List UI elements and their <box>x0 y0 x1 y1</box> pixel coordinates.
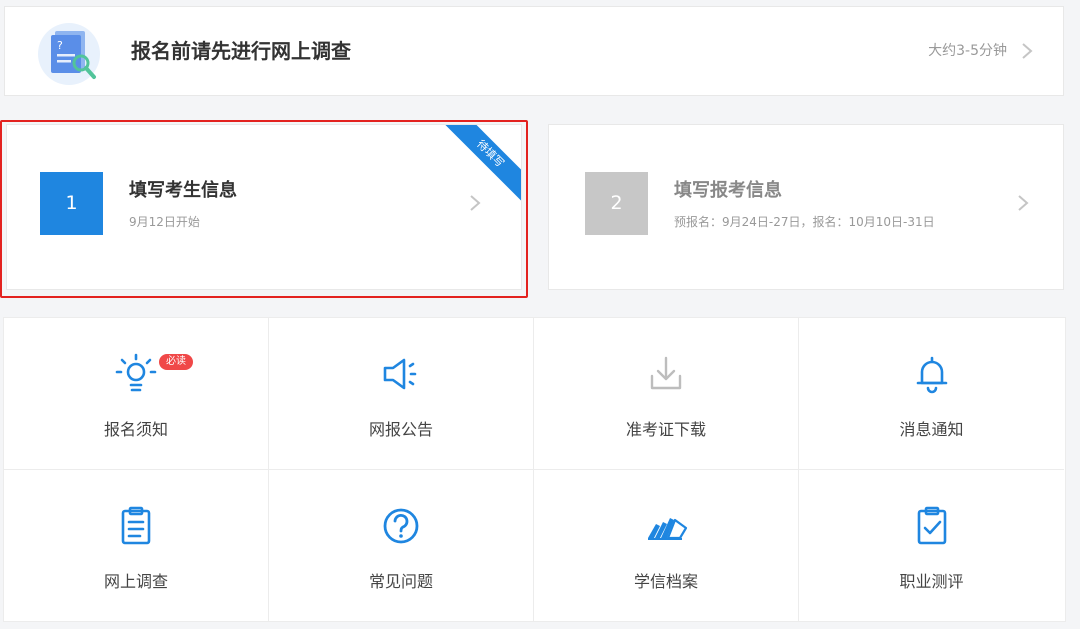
archive-icon <box>648 518 688 540</box>
grid-item-faq[interactable]: 常见问题 <box>269 470 534 622</box>
step-number-badge: 1 <box>40 172 103 235</box>
step-date: 9月12日开始 <box>129 215 200 229</box>
survey-card[interactable]: ? 报名前请先进行网上调查 大约3-5分钟 <box>4 6 1064 96</box>
grid-item-application-notice[interactable]: 必读 报名须知 <box>4 318 269 470</box>
step-card-fill-application-info[interactable]: 2 填写报考信息 预报名：9月24日-27日，报名：10月10日-31日 <box>548 124 1064 290</box>
checklist-icon <box>917 506 946 545</box>
step-number-badge: 2 <box>585 172 648 235</box>
survey-illustration-icon: ? <box>38 23 100 85</box>
pending-ribbon: 待填写 <box>443 125 521 201</box>
grid-item-notifications[interactable]: 消息通知 <box>799 318 1064 470</box>
grid-item-announcement[interactable]: 网报公告 <box>269 318 534 470</box>
step-title: 填写报考信息 <box>674 180 782 201</box>
quick-links-grid: 必读 报名须知 网报公告 准考证下载 消息通知 网上调查 常见问题 学信档案 职… <box>3 317 1066 622</box>
grid-item-label: 网上调查 <box>103 572 168 591</box>
download-icon <box>650 356 682 390</box>
grid-item-label: 网报公告 <box>368 420 433 439</box>
grid-item-admission-ticket[interactable]: 准考证下载 <box>534 318 799 470</box>
grid-item-label: 学信档案 <box>633 572 698 591</box>
survey-duration: 大约3-5分钟 <box>928 43 1007 59</box>
chevron-right-icon <box>1018 195 1029 211</box>
step-card-fill-candidate-info[interactable]: 1 填写考生信息 9月12日开始 待填写 <box>6 124 522 290</box>
bell-icon <box>916 356 947 394</box>
grid-item-label: 职业测评 <box>899 572 964 591</box>
grid-item-label: 报名须知 <box>103 420 168 439</box>
question-circle-icon <box>383 508 419 544</box>
survey-title: 报名前请先进行网上调查 <box>131 39 351 63</box>
grid-item-label: 常见问题 <box>368 572 433 591</box>
grid-item-label: 准考证下载 <box>625 420 706 439</box>
lightbulb-icon <box>115 353 157 392</box>
step-date: 预报名：9月24日-27日，报名：10月10日-31日 <box>674 215 935 229</box>
clipboard-icon <box>121 506 151 545</box>
grid-item-student-archive[interactable]: 学信档案 <box>534 470 799 622</box>
megaphone-icon <box>383 358 417 390</box>
step-title: 填写考生信息 <box>129 180 237 201</box>
chevron-right-icon <box>1022 43 1033 59</box>
grid-item-label: 消息通知 <box>899 420 964 439</box>
must-read-badge: 必读 <box>159 354 193 370</box>
grid-item-online-survey[interactable]: 网上调查 <box>4 470 269 622</box>
chevron-right-icon <box>470 195 481 211</box>
svg-text:?: ? <box>57 39 63 52</box>
grid-item-career-assessment[interactable]: 职业测评 <box>799 470 1064 622</box>
